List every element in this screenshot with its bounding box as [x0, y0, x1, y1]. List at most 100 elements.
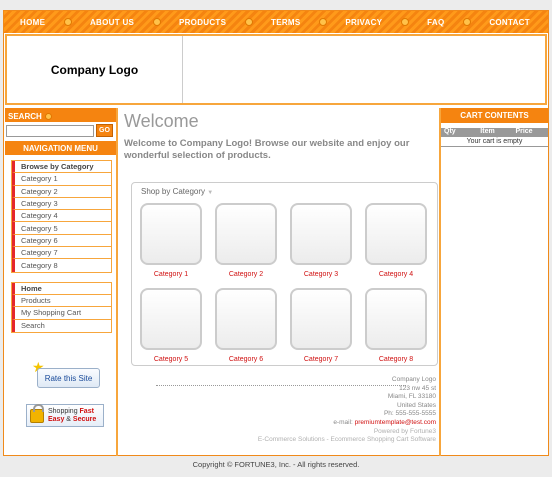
store-address: Company Logo 123 nw 45 st Miami, FL 3318… [136, 376, 436, 445]
secure-text-fast: Fast [79, 407, 94, 415]
category-nav-list: Browse by Category Category 1 Category 2… [11, 160, 112, 273]
tab-shop-by-category[interactable]: Shop by Category ▼ [141, 187, 213, 196]
footer-email-label: e-mail: [333, 418, 355, 426]
main-content: Welcome Welcome to Company Logo! Browse … [121, 108, 438, 456]
site-header: Company Logo [5, 34, 547, 105]
category-thumbnail[interactable] [140, 288, 202, 350]
category-thumbnail[interactable] [215, 288, 277, 350]
category-label[interactable]: Category 6 [229, 356, 263, 363]
category-thumbnail[interactable] [290, 203, 352, 265]
footer-address-line2: Miami, FL 33180 [387, 393, 436, 401]
category-card[interactable]: Category 5 [140, 288, 202, 363]
nav-separator-icon [244, 18, 253, 26]
secure-text-secure: Secure [72, 415, 97, 423]
secure-text-amp: & [64, 415, 73, 423]
category-label[interactable]: Category 1 [154, 271, 188, 278]
sidebar-item-shopping-cart[interactable]: My Shopping Cart [12, 307, 111, 320]
sidebar-item-category-5[interactable]: Category 5 [12, 222, 111, 235]
lock-icon [30, 403, 44, 423]
cart-col-qty: Qty [444, 128, 456, 135]
copyright-text: Copyright © FORTUNE3, Inc. - All rights … [192, 460, 360, 469]
category-label[interactable]: Category 2 [229, 271, 263, 278]
category-thumbnail[interactable] [365, 203, 427, 265]
sidebar-item-category-1[interactable]: Category 1 [12, 173, 111, 186]
secure-text-shopping: Shopping [48, 407, 80, 415]
footer-email-link[interactable]: premiumtemplate@test.com [355, 419, 436, 426]
footer-address-line1: 123 nw 45 st [399, 384, 436, 392]
right-sidebar: CART CONTENTS Qty Item Price Your cart i… [439, 108, 548, 456]
sidebar-item-category-3[interactable]: Category 3 [12, 197, 111, 211]
sidebar-item-products[interactable]: Products [12, 294, 111, 308]
nav-separator-icon [152, 18, 161, 26]
nav-privacy[interactable]: PRIVACY [345, 18, 382, 27]
nav-separator-icon [63, 18, 72, 26]
site-links-list: Home Products My Shopping Cart Search [11, 281, 112, 333]
category-thumbnail[interactable] [215, 203, 277, 265]
footer-email-row: e-mail: premiumtemplate@test.com [136, 419, 436, 428]
secure-shopping-badge[interactable]: Shopping Fast Easy & Secure [26, 403, 104, 427]
sidebar-item-category-7[interactable]: Category 7 [12, 247, 111, 260]
search-input[interactable] [6, 124, 94, 137]
search-go-button[interactable]: GO [96, 124, 113, 137]
sidebar-item-category-8[interactable]: Category 8 [12, 259, 111, 272]
secure-text-easy: Easy [48, 415, 65, 423]
cart-col-price: Price [515, 128, 533, 135]
category-card[interactable]: Category 1 [140, 203, 202, 278]
company-logo[interactable]: Company Logo [7, 36, 183, 103]
category-thumbnail[interactable] [140, 203, 202, 265]
nav-terms[interactable]: TERMS [271, 18, 301, 27]
nav-faq[interactable]: FAQ [427, 18, 444, 27]
category-label[interactable]: Category 4 [379, 271, 413, 278]
tab-shop-by-category-label: Shop by Category [141, 187, 206, 196]
top-navigation: HOME ABOUT US PRODUCTS TERMS PRIVACY FAQ… [4, 11, 548, 33]
category-thumbnail[interactable] [290, 288, 352, 350]
search-heading-icon [44, 112, 52, 120]
chevron-down-icon: ▼ [207, 190, 214, 196]
footer-powered-by[interactable]: Powered by Fortune3 [136, 428, 436, 437]
nav-separator-icon [462, 18, 471, 26]
category-label[interactable]: Category 7 [304, 356, 338, 363]
welcome-intro: Welcome to Company Logo! Browse our webs… [124, 138, 410, 161]
category-card[interactable]: Category 3 [290, 203, 352, 278]
sidebar-item-search[interactable]: Search [12, 319, 111, 332]
nav-about-us[interactable]: ABOUT US [90, 18, 134, 27]
nav-products[interactable]: PRODUCTS [179, 18, 226, 27]
category-card[interactable]: Category 6 [215, 288, 277, 363]
browse-by-category-heading[interactable]: Browse by Category [12, 161, 111, 174]
secure-shopping-text: Shopping Fast Easy & Secure [48, 408, 96, 424]
cart-col-item: Item [480, 128, 495, 135]
nav-separator-icon [318, 18, 327, 26]
category-card[interactable]: Category 2 [215, 203, 277, 278]
category-label[interactable]: Category 5 [154, 356, 188, 363]
nav-separator-icon [400, 18, 409, 26]
nav-home[interactable]: HOME [20, 18, 45, 27]
category-label[interactable]: Category 8 [379, 356, 413, 363]
category-card[interactable]: Category 7 [290, 288, 352, 363]
category-label[interactable]: Category 3 [304, 271, 338, 278]
page-frame: HOME ABOUT US PRODUCTS TERMS PRIVACY FAQ… [3, 10, 549, 456]
rate-this-site-button[interactable]: Rate this Site [37, 368, 100, 388]
category-card[interactable]: Category 4 [365, 203, 427, 278]
category-card[interactable]: Category 8 [365, 288, 427, 363]
cart-table-header: Qty Item Price [441, 128, 548, 137]
footer-country: United States [396, 401, 436, 409]
nav-contact[interactable]: CONTACT [489, 18, 530, 27]
sidebar-item-home[interactable]: Home [12, 282, 111, 295]
category-grid: Category 1 Category 2 Category 3 Categor… [140, 203, 427, 363]
footer-phone: Ph: 555-555-5555 [383, 410, 436, 418]
left-sidebar: SEARCH GO NAVIGATION MENU Browse by Cate… [5, 108, 118, 456]
search-form: GO [5, 122, 116, 139]
sidebar-item-category-2[interactable]: Category 2 [12, 185, 111, 198]
cart-empty-message: Your cart is empty [441, 138, 548, 147]
search-heading: SEARCH [5, 108, 116, 122]
cart-contents-heading: CART CONTENTS [441, 108, 548, 123]
sidebar-item-category-4[interactable]: Category 4 [12, 210, 111, 223]
page-title: Welcome [124, 111, 199, 131]
footer-software-link[interactable]: E-Commerce Solutions - Ecommerce Shoppin… [136, 436, 436, 445]
category-thumbnail[interactable] [365, 288, 427, 350]
sidebar-item-category-6[interactable]: Category 6 [12, 234, 111, 248]
navigation-menu-heading: NAVIGATION MENU [5, 141, 116, 155]
shop-by-category-panel: Shop by Category ▼ Category 1 Category 2… [131, 182, 438, 366]
footer-company: Company Logo [391, 376, 436, 383]
search-heading-label: SEARCH [8, 111, 42, 121]
